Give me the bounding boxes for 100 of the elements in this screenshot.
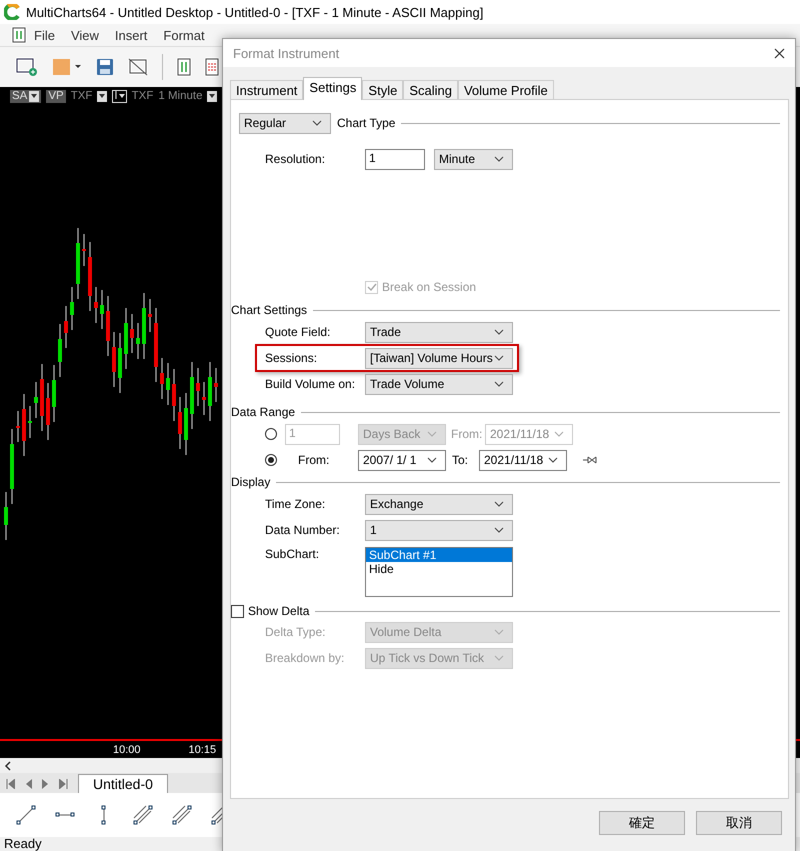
app-logo-icon [4, 4, 20, 20]
section-title: Chart Settings [231, 303, 308, 317]
candlestick [136, 322, 140, 360]
menu-item[interactable]: Format [155, 28, 213, 42]
checkbox-label: Show Delta [248, 604, 310, 618]
chevron-down-icon [494, 629, 504, 635]
candlestick [106, 296, 110, 356]
tab[interactable]: Scaling [403, 80, 458, 99]
list-item[interactable]: Hide [366, 562, 512, 576]
checkbox-label: Break on Session [382, 280, 476, 294]
candlestick [22, 394, 26, 456]
candlestick [172, 368, 176, 422]
candlestick [160, 358, 164, 400]
pin-icon[interactable] [583, 456, 597, 464]
chevron-down-icon [427, 457, 437, 463]
chevron-down-icon [494, 329, 504, 335]
line-tool-icon[interactable] [16, 805, 36, 825]
symbol-label: 1 Minute [158, 90, 202, 102]
date-picker[interactable]: 2007/ 1/ 1 [358, 450, 446, 470]
field-label: SubChart: [264, 547, 320, 563]
candlestick [58, 324, 62, 378]
window-title: MultiCharts64 - Untitled Desktop - Untitled-0 - [TXF - 1 Minute - ASCII Mapping] [26, 4, 484, 20]
candlestick [40, 364, 44, 432]
chevron-down-icon [554, 431, 564, 437]
tab[interactable]: Instrument [230, 80, 304, 99]
chart-badge[interactable]: I [112, 90, 127, 102]
symbol-label: TXF [70, 90, 92, 102]
status-text: Ready [4, 836, 42, 851]
dialog-button[interactable]: 取消 [696, 811, 782, 835]
dropdown[interactable]: 1 [365, 520, 513, 540]
chevron-down-icon [494, 501, 504, 507]
chevron-down-icon [494, 527, 504, 533]
date-picker[interactable]: 2021/11/18 [479, 450, 567, 470]
candlestick [64, 306, 68, 348]
menu-item[interactable]: Insert [106, 28, 156, 42]
channel-tool-icon[interactable] [172, 805, 192, 825]
menu-item[interactable]: View [62, 28, 107, 42]
dropdown[interactable]: Exchange [365, 494, 513, 514]
candlestick [82, 234, 86, 266]
close-icon[interactable] [774, 48, 785, 58]
parallel-lines-tool-icon[interactable] [133, 805, 153, 825]
dropdown[interactable]: Trade [365, 322, 513, 342]
chevron-down-icon [548, 457, 558, 463]
candlestick [100, 290, 104, 330]
hide-window-icon[interactable] [128, 58, 148, 76]
candlestick [208, 362, 212, 422]
date-picker[interactable]: 2021/11/18 [485, 424, 573, 444]
field-label: To: [452, 453, 470, 467]
list-item[interactable]: SubChart #1 [366, 548, 512, 562]
candlestick [94, 286, 98, 324]
candlestick [166, 362, 170, 406]
field-label: From: [451, 427, 481, 441]
section-title: Display [231, 475, 270, 489]
chevron-down-icon [494, 355, 504, 361]
candlestick [88, 242, 92, 312]
symbol-label: TXF [132, 90, 154, 102]
menu-item[interactable]: File [26, 28, 63, 42]
candlestick [52, 364, 56, 422]
tab[interactable]: Settings [303, 77, 362, 100]
field-label: Quote Field: [264, 325, 332, 339]
new-window-icon[interactable] [16, 57, 38, 77]
tab[interactable]: Volume Profile [458, 80, 554, 99]
field-label: Time Zone: [264, 497, 326, 511]
chevron-down-icon [494, 156, 504, 162]
field-label: Sessions: [264, 351, 318, 365]
scroll-left-icon[interactable] [4, 760, 12, 770]
radio-button[interactable] [265, 454, 277, 466]
unit-dropdown[interactable]: Minute [434, 148, 513, 170]
candlestick [214, 368, 218, 402]
candlestick [70, 286, 74, 330]
chart-document-icon[interactable] [177, 58, 191, 76]
sheet-tab[interactable]: Untitled-0 [78, 774, 168, 793]
dropdown[interactable]: Trade Volume [365, 374, 513, 394]
dialog-title: Format Instrument [233, 46, 340, 60]
candlestick [46, 382, 50, 440]
chevron-down-icon [312, 120, 322, 126]
chevron-down-icon [494, 655, 504, 661]
field-label: From: [298, 453, 330, 467]
next-sheet-icon[interactable] [42, 779, 49, 789]
tab[interactable]: Style [362, 80, 404, 99]
section-title: Data Range [231, 405, 296, 419]
candlestick [142, 292, 146, 360]
time-axis-label: 10:00 [113, 744, 141, 756]
save-icon[interactable] [96, 58, 114, 76]
previous-sheet-icon[interactable] [25, 779, 32, 789]
radio-button[interactable] [265, 428, 277, 440]
dialog-button[interactable]: 確定 [599, 811, 685, 835]
spreadsheet-icon[interactable] [205, 58, 219, 76]
checkbox[interactable] [231, 604, 244, 618]
field-label: Breakdown by: [264, 651, 346, 665]
chart-badge[interactable]: SA [10, 90, 42, 102]
candlestick [28, 406, 32, 438]
first-sheet-icon[interactable] [6, 779, 15, 789]
dropdown[interactable]: [Taiwan] Volume Hours [365, 348, 513, 368]
resolution-field[interactable]: 1 [365, 148, 425, 170]
candlestick [202, 382, 206, 416]
last-sheet-icon[interactable] [59, 779, 68, 789]
chart-type-dropdown[interactable]: Regular [239, 112, 331, 134]
chart-badge[interactable]: VP [46, 90, 66, 102]
document-icon[interactable] [12, 27, 26, 43]
